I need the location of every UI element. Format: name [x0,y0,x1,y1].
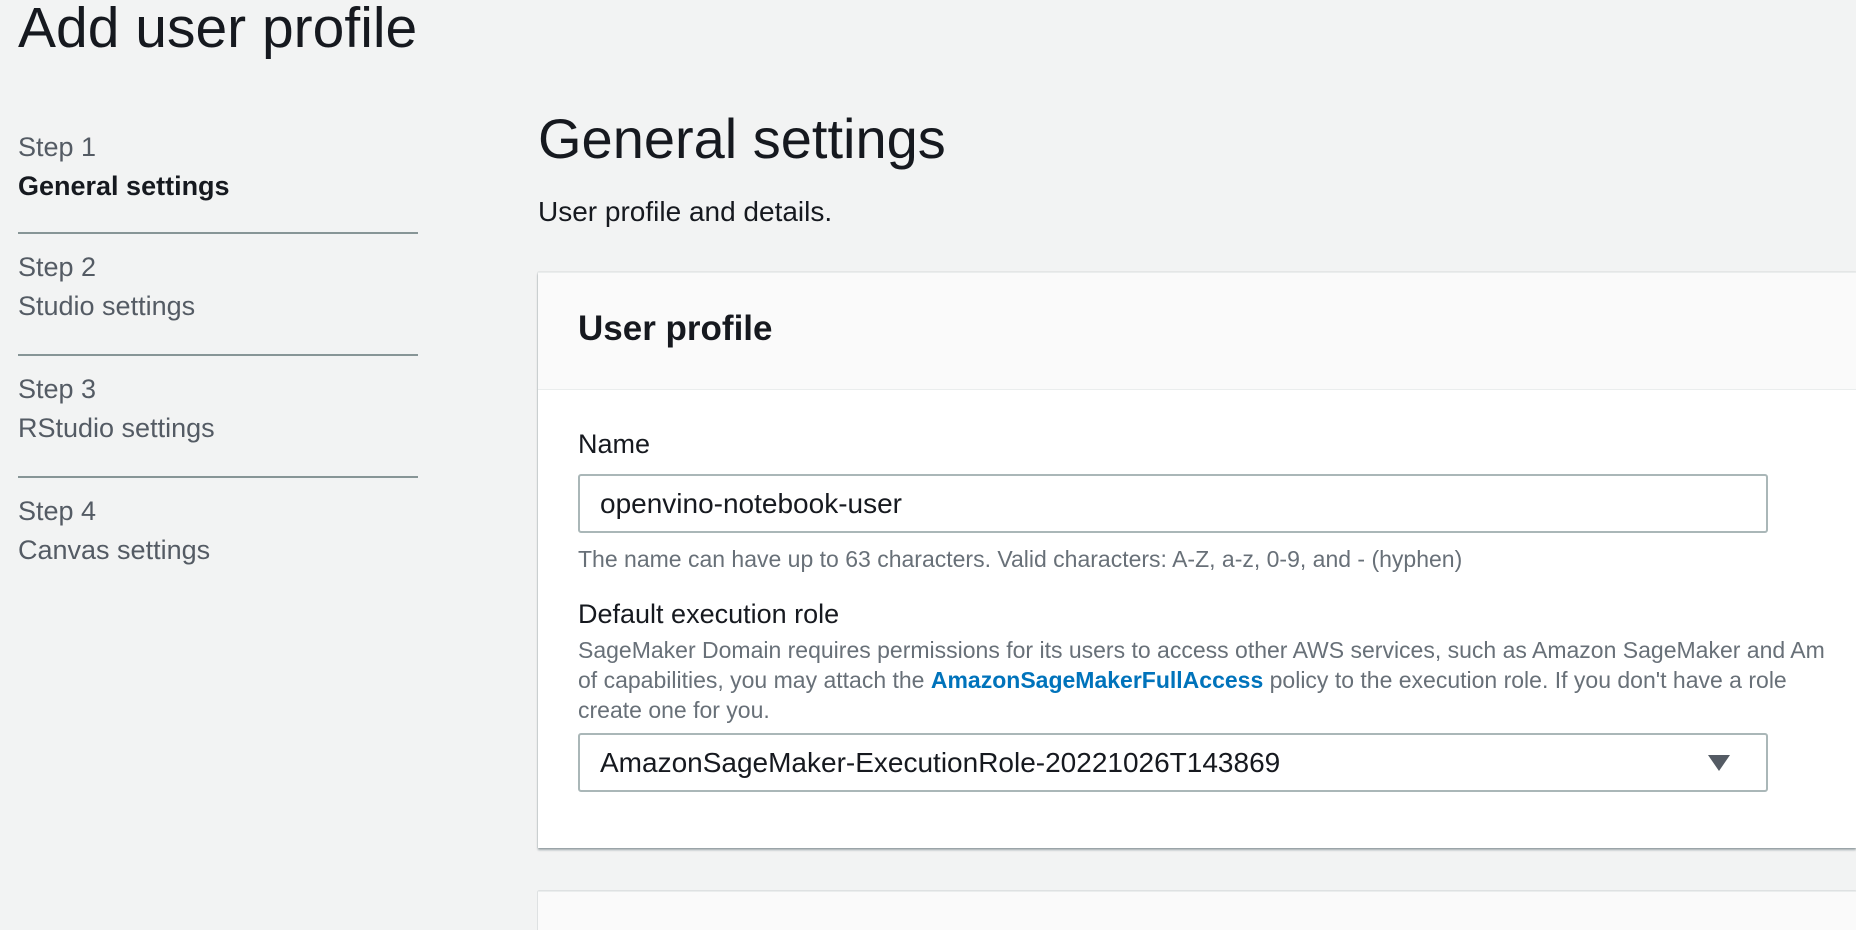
step-number: Step 1 [18,132,97,162]
step-label: Studio settings [18,291,196,321]
name-hint: The name can have up to 63 characters. V… [578,546,1463,572]
name-input[interactable] [578,474,1768,533]
section-subtitle: User profile and details. [538,196,833,227]
step-label: General settings [18,171,230,201]
wizard-steps: Step 1 General settings Step 2 Studio se… [18,126,418,598]
desc-line: of capabilities, you may attach the Amaz… [578,665,1856,695]
execution-role-value: AmazonSageMaker-ExecutionRole-20221026T1… [600,746,1281,778]
step-4[interactable]: Step 4 Canvas settings [18,476,418,598]
execution-role-description: SageMaker Domain requires permissions fo… [578,635,1856,725]
page-title: Add user profile [18,0,418,60]
step-1[interactable]: Step 1 General settings [18,126,418,232]
panel-header: User profile [538,273,1856,390]
next-panel [538,891,1856,930]
execution-role-select[interactable]: AmazonSageMaker-ExecutionRole-20221026T1… [578,733,1768,792]
sagemaker-full-access-link[interactable]: AmazonSageMakerFullAccess [931,667,1263,693]
panel-title: User profile [578,309,773,348]
section-heading: General settings [538,107,946,170]
step-number: Step 4 [18,496,97,526]
desc-text: policy to the execution role. If you don… [1263,667,1787,693]
step-label: RStudio settings [18,413,215,443]
user-profile-panel: User profile Name The name can have up t… [538,272,1856,848]
caret-down-icon [1708,754,1730,771]
page: Add user profile Step 1 General settings… [0,0,1856,930]
name-label: Name [578,429,651,459]
step-2[interactable]: Step 2 Studio settings [18,232,418,354]
desc-text: of capabilities, you may attach the [578,667,931,693]
step-number: Step 2 [18,252,97,282]
step-label: Canvas settings [18,535,211,565]
execution-role-label: Default execution role [578,599,840,629]
step-3[interactable]: Step 3 RStudio settings [18,354,418,476]
desc-line: create one for you. [578,697,770,723]
step-number: Step 3 [18,374,97,404]
desc-line: SageMaker Domain requires permissions fo… [578,637,1825,663]
